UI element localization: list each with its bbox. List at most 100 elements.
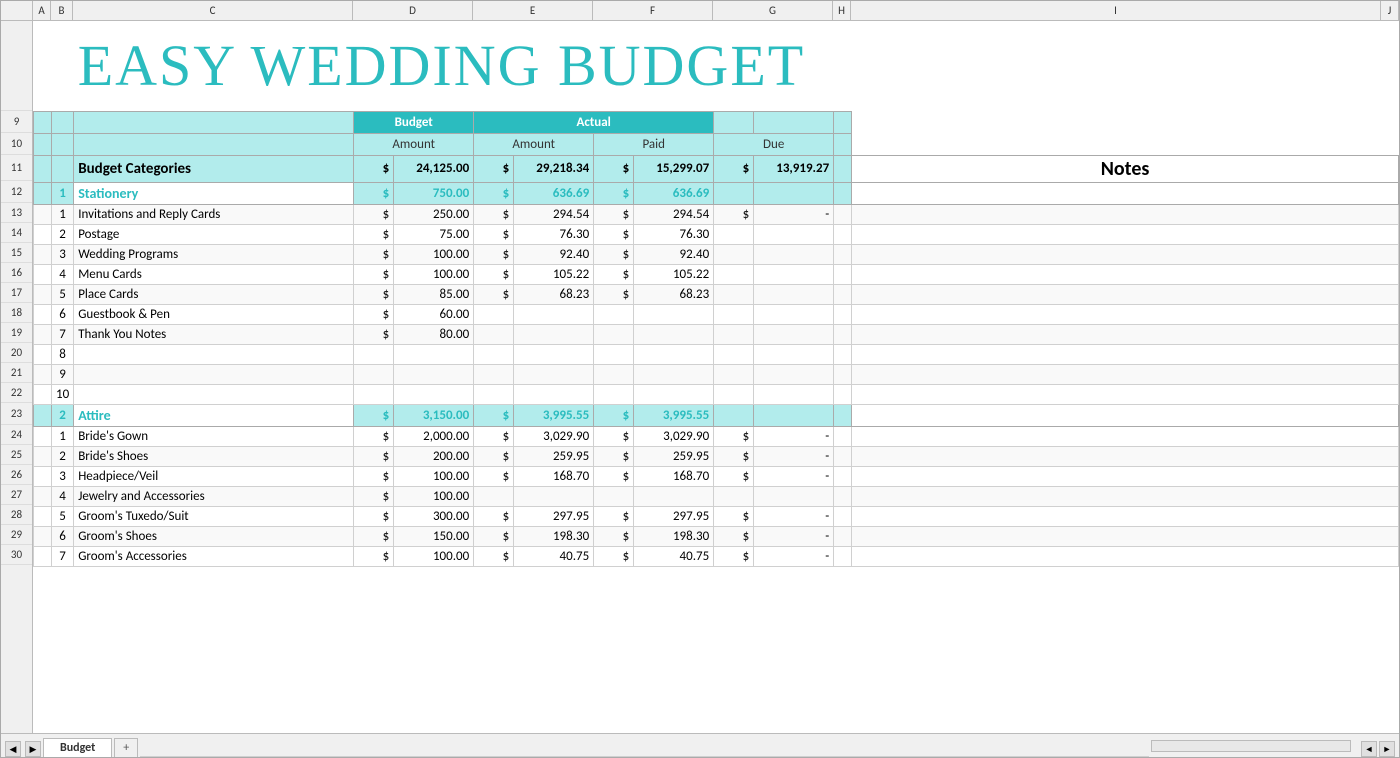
item-notes — [852, 264, 1399, 284]
item-due-sign: $ — [714, 506, 754, 526]
item-notes — [852, 526, 1399, 546]
rn-15: 15 — [1, 243, 32, 263]
empty-cell — [834, 546, 852, 566]
total-actual-sign: $ — [474, 155, 514, 182]
item-actual-sign: $ — [474, 466, 514, 486]
item-actual-amt: 297.95 — [514, 506, 594, 526]
item-name: Groom's Shoes — [74, 526, 354, 546]
item-actual-sign — [474, 304, 514, 324]
item-actual-sign — [474, 364, 514, 384]
item-notes — [852, 506, 1399, 526]
item-row-27: 4 Jewelry and Accessories $ 100.00 — [34, 486, 1399, 506]
item-name: Groom's Tuxedo/Suit — [74, 506, 354, 526]
grid-area: 9 10 11 12 13 14 15 16 17 18 19 20 21 22… — [1, 21, 1399, 733]
item-name — [74, 384, 354, 404]
tab-scroll-right[interactable]: ▶ — [25, 741, 41, 757]
item-due-amt: - — [754, 204, 834, 224]
item-budget-amt: 100.00 — [394, 244, 474, 264]
attire-paid-amt: 3,995.55 — [634, 404, 714, 426]
rn-23: 23 — [1, 403, 32, 425]
item-budget-sign: $ — [354, 244, 394, 264]
budget-header: Budget — [354, 111, 474, 133]
item-row-28: 5 Groom's Tuxedo/Suit $ 300.00 $ 297.95 … — [34, 506, 1399, 526]
item-paid-sign — [594, 486, 634, 506]
item-paid-sign — [594, 304, 634, 324]
item-budget-amt: 300.00 — [394, 506, 474, 526]
rn-16: 16 — [1, 263, 32, 283]
item-due-sign — [714, 324, 754, 344]
item-due-sign — [714, 344, 754, 364]
item-actual-amt: 40.75 — [514, 546, 594, 566]
item-budget-amt: 60.00 — [394, 304, 474, 324]
item-paid-amt: 68.23 — [634, 284, 714, 304]
tab-add-button[interactable]: + — [114, 738, 138, 757]
item-due-sign — [714, 284, 754, 304]
tab-scroll-left[interactable]: ◀ — [5, 741, 21, 757]
item-row-17: 5 Place Cards $ 85.00 $ 68.23 $ 68.23 — [34, 284, 1399, 304]
scroll-btn-right[interactable]: ► — [1379, 741, 1395, 757]
item-due-sign: $ — [714, 446, 754, 466]
item-actual-sign: $ — [474, 224, 514, 244]
header-row-10: Amount Amount Paid Due — [34, 133, 1399, 155]
item-row-15: 3 Wedding Programs $ 100.00 $ 92.40 $ 92… — [34, 244, 1399, 264]
item-budget-sign — [354, 364, 394, 384]
total-paid-sign: $ — [594, 155, 634, 182]
scroll-btn-left[interactable]: ◄ — [1361, 741, 1377, 757]
stationery-notes — [852, 182, 1399, 204]
empty-cell — [852, 133, 1399, 155]
item-due-amt — [754, 304, 834, 324]
horizontal-scrollbar[interactable] — [1151, 740, 1351, 752]
item-paid-amt — [634, 486, 714, 506]
spreadsheet-title: EASY WEDDING BUDGET — [74, 21, 834, 111]
item-row-19: 7 Thank You Notes $ 80.00 — [34, 324, 1399, 344]
actual-amount-header: Amount — [474, 133, 594, 155]
item-budget-sign: $ — [354, 466, 394, 486]
total-budget-amount: 24,125.00 — [394, 155, 474, 182]
item-actual-amt: 259.95 — [514, 446, 594, 466]
empty-cell — [34, 486, 52, 506]
empty-cell — [34, 224, 52, 244]
col-d: D — [353, 1, 473, 20]
stationery-due-sign — [714, 182, 754, 204]
item-actual-amt — [514, 344, 594, 364]
empty-cell — [834, 344, 852, 364]
rn-20: 20 — [1, 343, 32, 363]
row-numbers: 9 10 11 12 13 14 15 16 17 18 19 20 21 22… — [1, 21, 33, 733]
col-e: E — [473, 1, 593, 20]
item-budget-amt: 2,000.00 — [394, 426, 474, 446]
item-name: Bride's Gown — [74, 426, 354, 446]
header-row-9: Budget Actual — [34, 111, 1399, 133]
item-due-amt — [754, 244, 834, 264]
empty-cell — [52, 155, 74, 182]
empty-cell — [834, 224, 852, 244]
empty-cell — [714, 111, 754, 133]
item-due-sign: $ — [714, 426, 754, 446]
total-due-sign: $ — [714, 155, 754, 182]
col-j: J — [1381, 1, 1399, 20]
item-num: 8 — [52, 344, 74, 364]
empty-cell — [834, 384, 852, 404]
tab-budget[interactable]: Budget — [43, 738, 112, 757]
stationery-cat-row: 1 Stationery $ 750.00 $ 636.69 $ 636.69 — [34, 182, 1399, 204]
item-actual-amt — [514, 324, 594, 344]
item-name: Menu Cards — [74, 264, 354, 284]
item-name: Jewelry and Accessories — [74, 486, 354, 506]
empty-cell — [52, 111, 74, 133]
item-notes — [852, 486, 1399, 506]
total-paid-amount: 15,299.07 — [634, 155, 714, 182]
empty-cell — [52, 21, 74, 111]
item-paid-amt — [634, 364, 714, 384]
item-budget-amt: 100.00 — [394, 264, 474, 284]
item-due-amt: - — [754, 446, 834, 466]
stationery-budget-sign: $ — [354, 182, 394, 204]
item-row-16: 4 Menu Cards $ 100.00 $ 105.22 $ 105.22 — [34, 264, 1399, 284]
item-paid-amt: 3,029.90 — [634, 426, 714, 446]
empty-cell — [34, 404, 52, 426]
item-budget-amt: 85.00 — [394, 284, 474, 304]
attire-cat-row: 2 Attire $ 3,150.00 $ 3,995.55 $ 3,995.5… — [34, 404, 1399, 426]
item-row-20: 8 — [34, 344, 1399, 364]
rn-28: 28 — [1, 505, 32, 525]
item-num: 10 — [52, 384, 74, 404]
tab-bar: ◀ ▶ Budget + ◄ ► — [1, 733, 1399, 757]
item-notes — [852, 546, 1399, 566]
